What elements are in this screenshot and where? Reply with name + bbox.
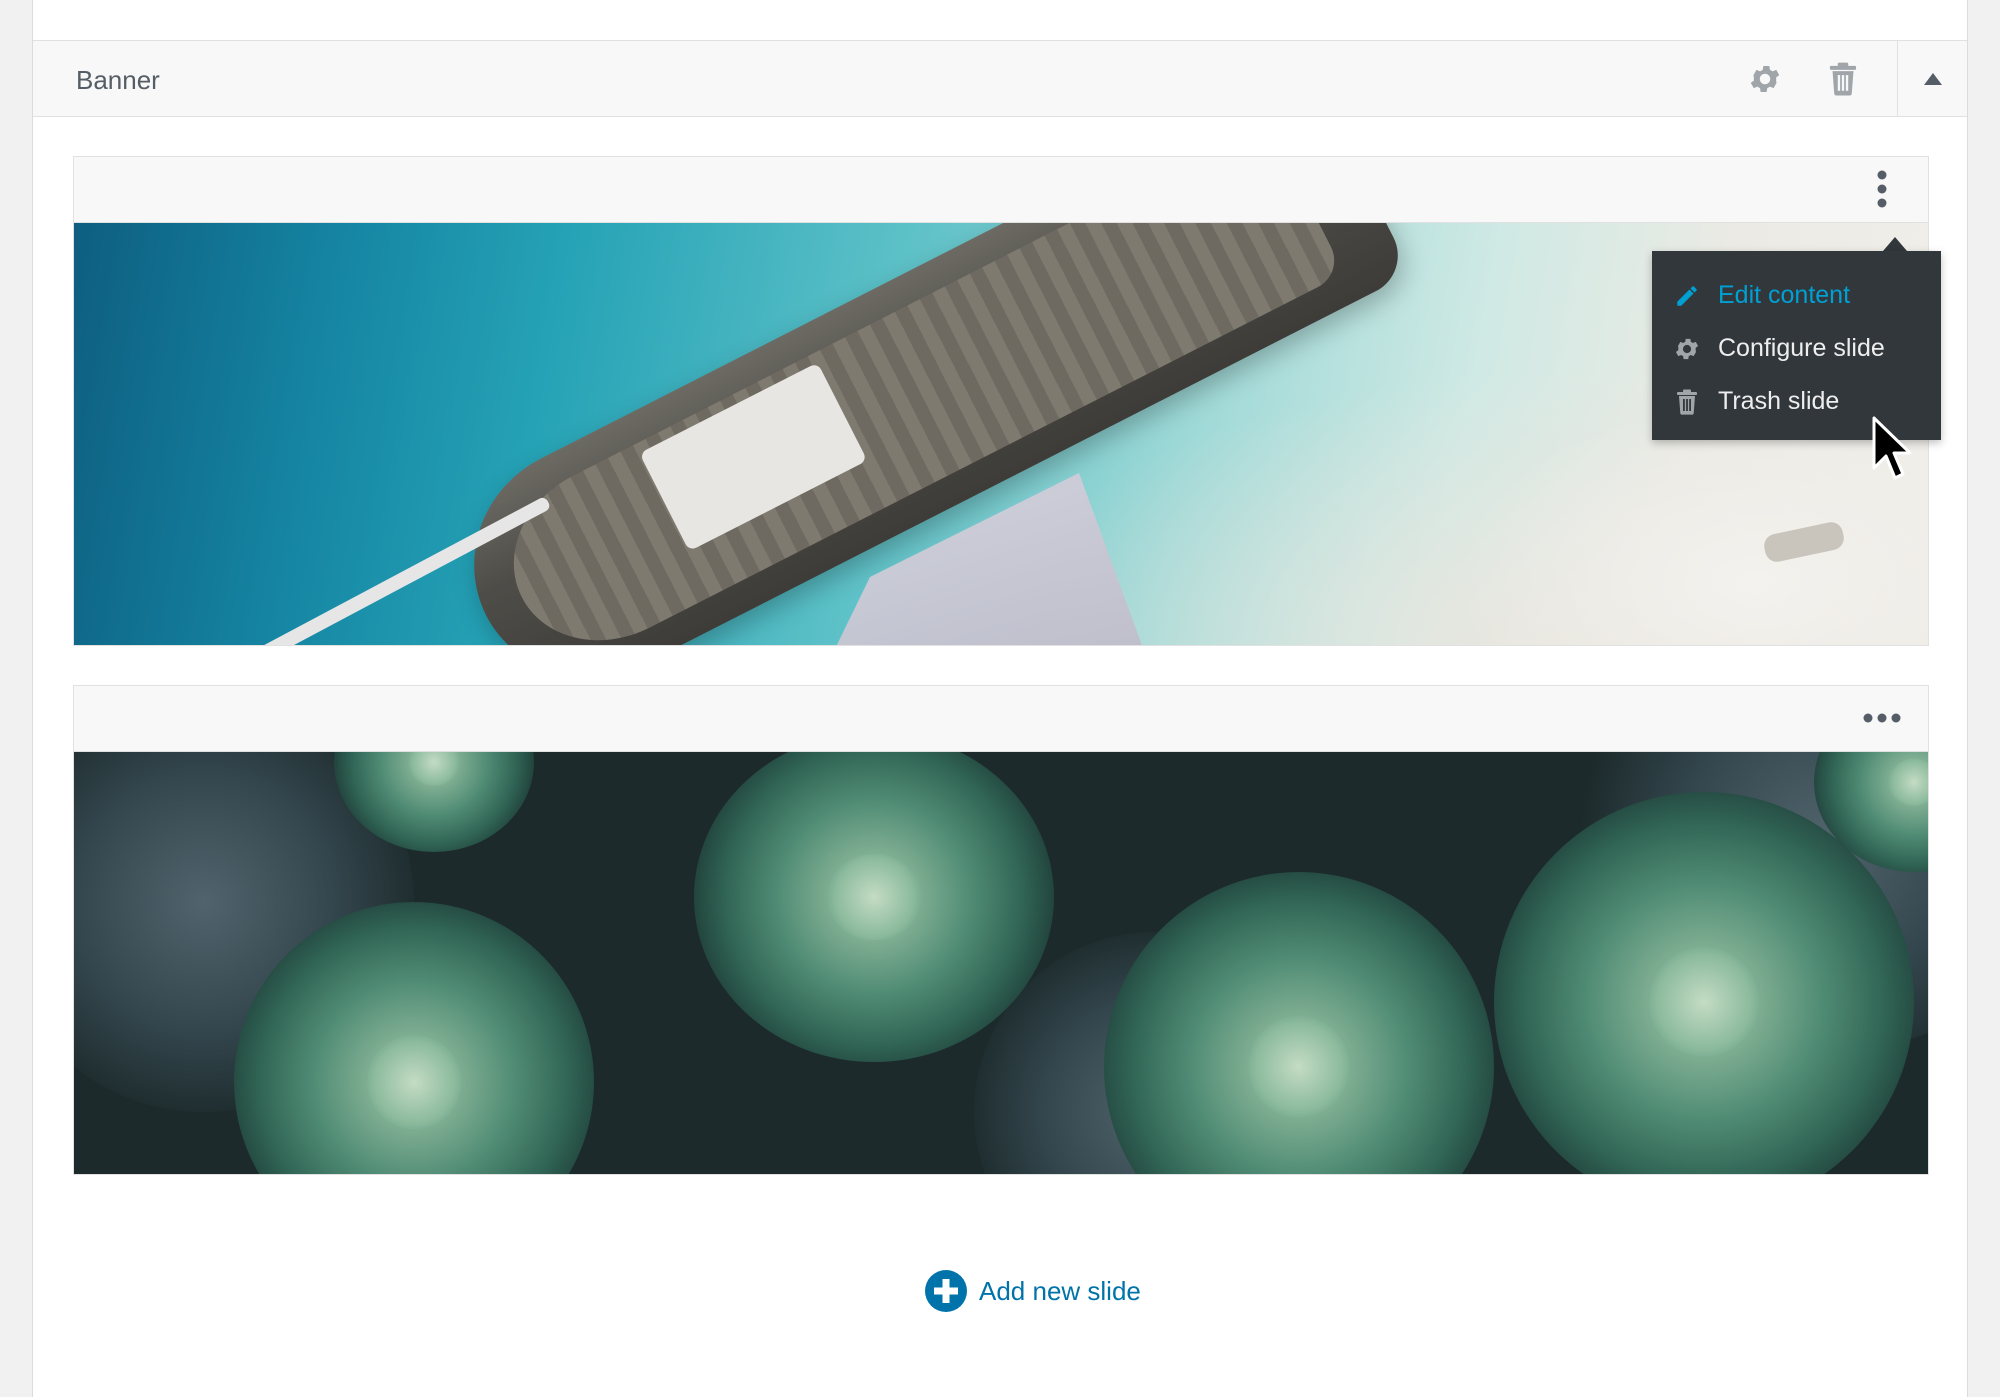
trash-icon[interactable]: [1825, 61, 1861, 97]
pencil-icon: [1672, 281, 1702, 311]
banner-panel-header: Banner: [33, 40, 1967, 117]
gear-icon[interactable]: [1747, 61, 1783, 97]
menu-pointer: [1883, 237, 1907, 251]
slide-card: [73, 685, 1929, 1175]
add-new-slide-label: Add new slide: [979, 1275, 1141, 1306]
menu-item-configure-slide[interactable]: Configure slide: [1652, 322, 1941, 375]
driftwood-shape: [1761, 519, 1847, 565]
editor-frame: Banner Add new slide: [32, 0, 1968, 1397]
slide-toolbar: [74, 686, 1928, 752]
vertical-ellipsis-icon[interactable]: [1858, 165, 1906, 213]
plus-circle-icon: [925, 1270, 967, 1312]
caret-up-icon[interactable]: [1898, 41, 1967, 116]
menu-item-label: Trash slide: [1718, 387, 1840, 415]
mouse-pointer-icon: [1872, 416, 1912, 480]
menu-item-label: Configure slide: [1718, 334, 1885, 362]
slide-card: [73, 156, 1929, 646]
gear-icon: [1672, 334, 1702, 364]
slide-image-beach[interactable]: [74, 223, 1928, 645]
menu-item-edit-content[interactable]: Edit content: [1652, 269, 1941, 322]
slide-toolbar: [74, 157, 1928, 223]
menu-item-label: Edit content: [1718, 281, 1851, 309]
slide-actions-menu: Edit content Configure slide Trash slide: [1652, 251, 1941, 440]
horizontal-ellipsis-icon[interactable]: [1858, 694, 1906, 742]
slide-image-succulents[interactable]: [74, 752, 1928, 1174]
trash-icon: [1672, 387, 1702, 417]
add-new-slide-button[interactable]: Add new slide: [925, 1270, 1141, 1312]
panel-title: Banner: [76, 65, 160, 95]
